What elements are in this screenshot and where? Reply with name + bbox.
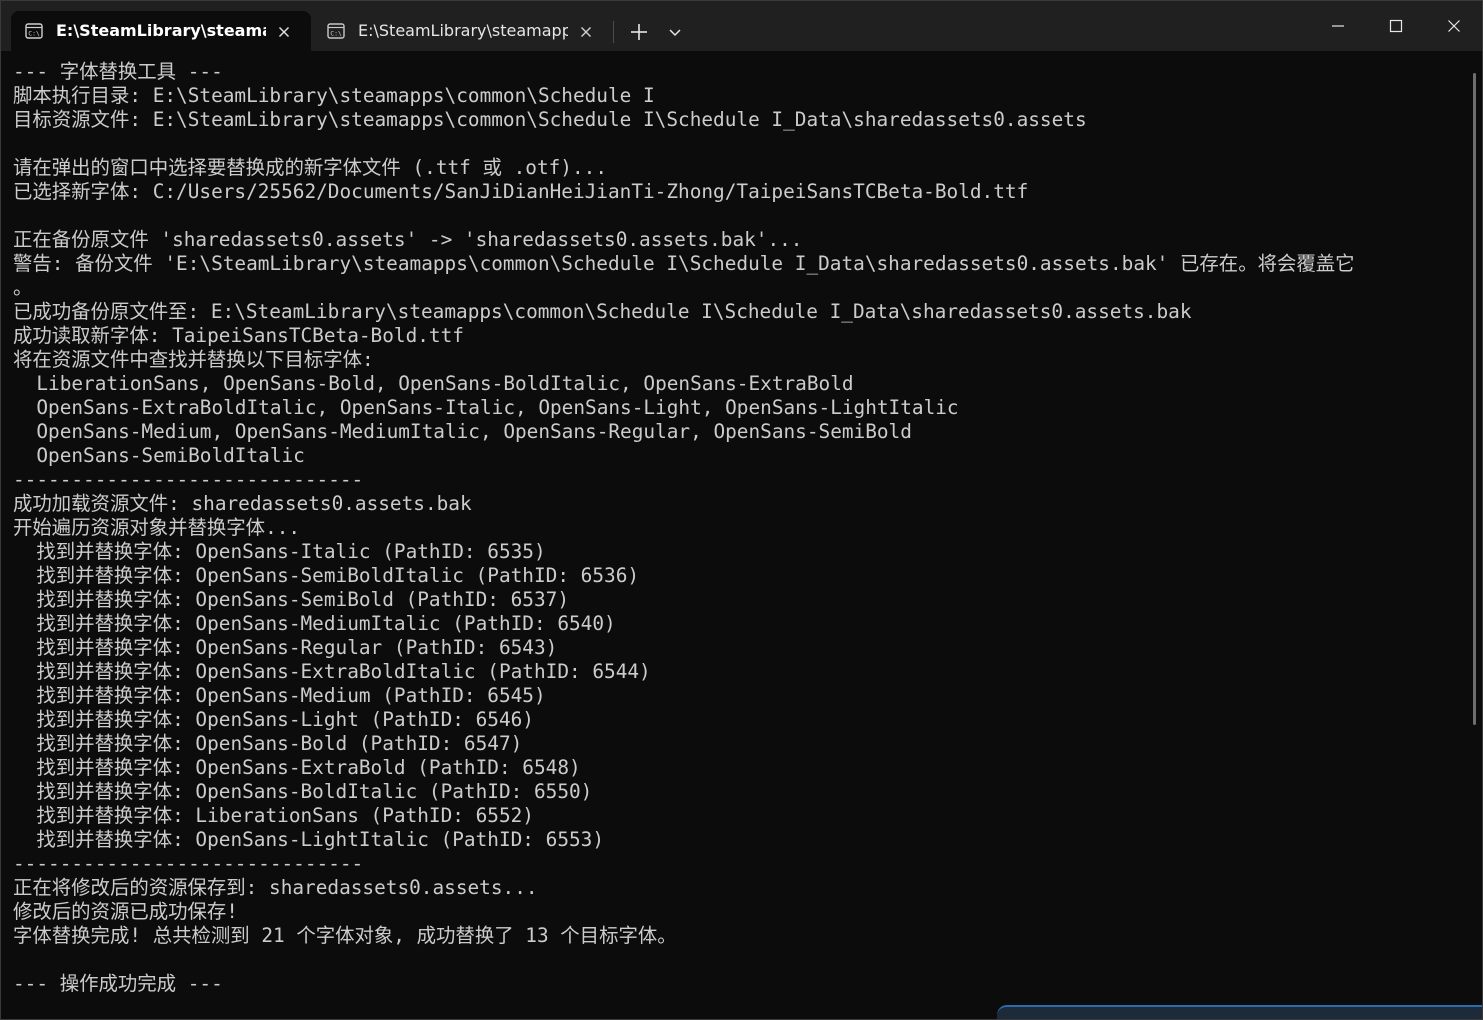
minimize-icon <box>1332 25 1344 27</box>
terminal-line: --- 操作成功完成 --- <box>13 972 223 995</box>
terminal-line: 找到并替换字体: OpenSans-MediumItalic (PathID: … <box>13 612 616 635</box>
terminal-line: 找到并替换字体: OpenSans-SemiBold (PathID: 6537… <box>13 588 570 611</box>
terminal-line: 。 <box>13 276 33 299</box>
terminal-line: 找到并替换字体: OpenSans-Regular (PathID: 6543) <box>13 636 558 659</box>
terminal-line: 开始遍历资源对象并替换字体... <box>13 516 301 539</box>
chevron-down-icon <box>669 29 681 37</box>
terminal-line: 成功读取新字体: TaipeiSansTCBeta-Bold.ttf <box>13 324 464 347</box>
close-icon[interactable] <box>579 24 593 38</box>
terminal-line: 找到并替换字体: OpenSans-SemiBoldItalic (PathID… <box>13 564 640 587</box>
terminal-output[interactable]: --- 字体替换工具 --- 脚本执行目录: E:\SteamLibrary\st… <box>1 51 1469 1019</box>
terminal-line: 找到并替换字体: OpenSans-ExtraBoldItalic (PathI… <box>13 660 651 683</box>
terminal-line: 找到并替换字体: OpenSans-Medium (PathID: 6545) <box>13 684 546 707</box>
terminal-line: 找到并替换字体: OpenSans-Bold (PathID: 6547) <box>13 732 523 755</box>
terminal-line: 修改后的资源已成功保存! <box>13 900 238 923</box>
terminal-line: OpenSans-Medium, OpenSans-MediumItalic, … <box>13 420 912 443</box>
terminal-line: ------------------------------ <box>13 852 364 875</box>
terminal-line: 脚本执行目录: E:\SteamLibrary\steamapps\common… <box>13 84 655 107</box>
terminal-line: OpenSans-ExtraBoldItalic, OpenSans-Itali… <box>13 396 959 419</box>
terminal-line: 找到并替换字体: OpenSans-Light (PathID: 6546) <box>13 708 534 731</box>
terminal-line: 请在弹出的窗口中选择要替换成的新字体文件 (.ttf 或 .otf)... <box>13 156 607 179</box>
close-icon <box>1448 20 1460 32</box>
terminal-line: 正在备份原文件 'sharedassets0.assets' -> 'share… <box>13 228 803 251</box>
svg-text:C:\: C:\ <box>28 30 40 38</box>
maximize-button[interactable] <box>1367 1 1425 51</box>
svg-text:C:\: C:\ <box>330 30 342 38</box>
tab-2[interactable]: C:\ E:\SteamLibrary\steamapps\common\Sch… <box>313 11 613 51</box>
close-window-button[interactable] <box>1425 1 1482 51</box>
terminal-line: 目标资源文件: E:\SteamLibrary\steamapps\common… <box>13 108 1087 131</box>
tab-separator <box>613 21 614 43</box>
terminal-line: 正在将修改后的资源保存到: sharedassets0.assets... <box>13 876 538 899</box>
title-bar[interactable]: C:\ E:\SteamLibrary\steamapps\common\Sch… <box>1 1 1482 51</box>
terminal-window: C:\ E:\SteamLibrary\steamapps\common\Sch… <box>0 0 1483 1020</box>
terminal-line: 已选择新字体: C:/Users/25562/Documents/SanJiDi… <box>13 180 1029 203</box>
terminal-line: 找到并替换字体: OpenSans-Italic (PathID: 6535) <box>13 540 546 563</box>
terminal-line: 字体替换完成! 总共检测到 21 个字体对象, 成功替换了 13 个目标字体。 <box>13 924 677 947</box>
terminal-line: LiberationSans, OpenSans-Bold, OpenSans-… <box>13 372 854 395</box>
close-icon[interactable] <box>277 24 291 38</box>
tab-title: E:\SteamLibrary\steamapps\common\Schedul… <box>358 21 568 40</box>
tab-1[interactable]: C:\ E:\SteamLibrary\steamapps\common\Sch… <box>11 11 311 51</box>
plus-icon <box>631 24 647 40</box>
vertical-scrollbar[interactable] <box>1473 73 1476 725</box>
terminal-line: ------------------------------ <box>13 468 364 491</box>
terminal-line: 找到并替换字体: OpenSans-BoldItalic (PathID: 65… <box>13 780 593 803</box>
tab-dropdown-button[interactable] <box>667 25 683 39</box>
new-tab-button[interactable] <box>627 21 651 43</box>
terminal-line: 找到并替换字体: LiberationSans (PathID: 6552) <box>13 804 534 827</box>
minimize-button[interactable] <box>1309 1 1367 51</box>
taskbar-peek <box>997 1005 1482 1019</box>
tab-title: E:\SteamLibrary\steamapps\common\Schedul… <box>56 21 266 40</box>
terminal-line: 已成功备份原文件至: E:\SteamLibrary\steamapps\com… <box>13 300 1192 323</box>
terminal-line: --- 字体替换工具 --- <box>13 60 223 83</box>
terminal-line: 将在资源文件中查找并替换以下目标字体: <box>13 348 374 371</box>
terminal-line: 找到并替换字体: OpenSans-ExtraBold (PathID: 654… <box>13 756 581 779</box>
terminal-line: 找到并替换字体: OpenSans-LightItalic (PathID: 6… <box>13 828 605 851</box>
terminal-icon: C:\ <box>327 23 345 39</box>
terminal-line: 成功加载资源文件: sharedassets0.assets.bak <box>13 492 472 515</box>
maximize-icon <box>1389 19 1403 33</box>
terminal-line: 警告: 备份文件 'E:\SteamLibrary\steamapps\comm… <box>13 252 1355 275</box>
terminal-icon: C:\ <box>25 23 43 39</box>
terminal-line: OpenSans-SemiBoldItalic <box>13 444 305 467</box>
